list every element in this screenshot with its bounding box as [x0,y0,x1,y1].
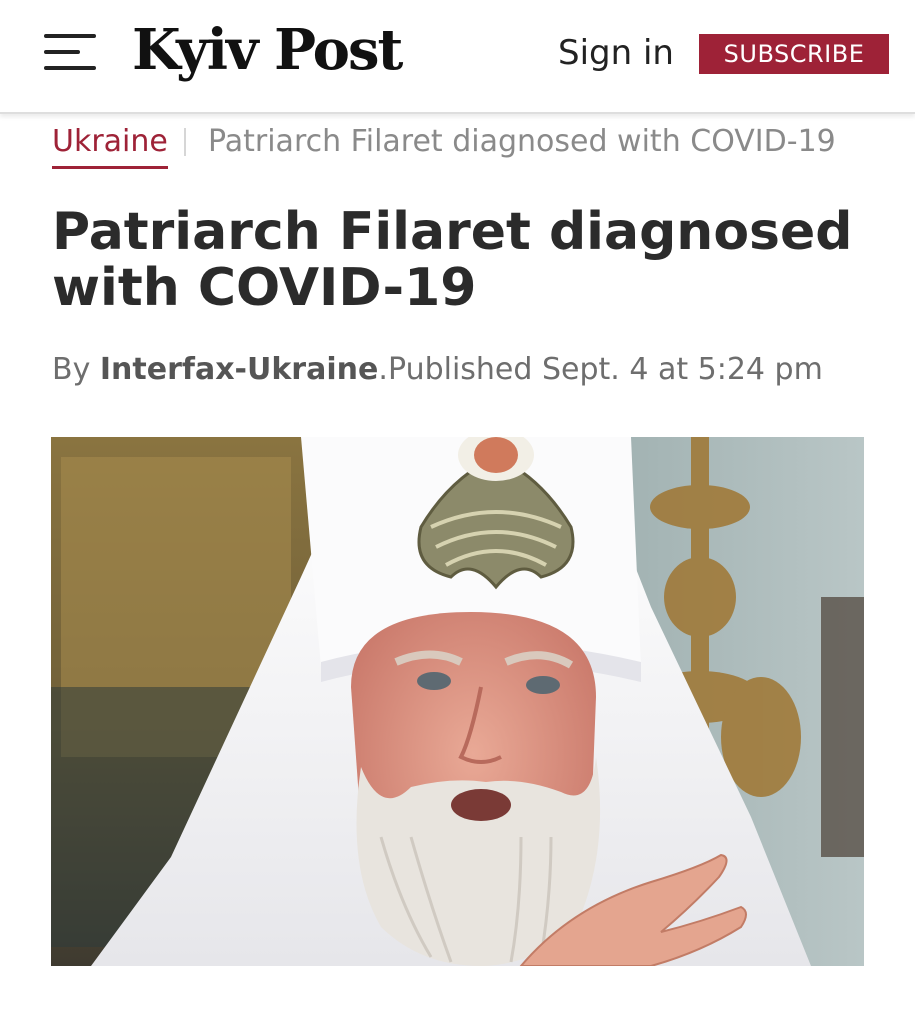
article-title: Patriarch Filaret diagnosed with COVID-1… [52,202,853,318]
sign-in-link[interactable]: Sign in [558,33,674,73]
breadcrumb-current: Patriarch Filaret diagnosed with COVID-1… [208,124,836,159]
hamburger-menu-icon[interactable] [44,32,98,72]
site-header: Kyiv Post Sign in SUBSCRIBE [0,0,915,114]
hero-photo-illustration [51,437,864,966]
breadcrumb-section-link[interactable]: Ukraine [52,122,168,169]
left-eye [417,672,451,690]
subscribe-button[interactable]: SUBSCRIBE [699,34,889,74]
menu-line-middle [44,50,80,54]
byline-prefix: By [52,352,91,387]
author-link[interactable]: Interfax-Ukraine [100,352,378,387]
byline-suffix: . [378,352,388,387]
mouth [451,789,511,821]
menu-line-top [44,34,96,38]
article-byline: By Interfax-Ukraine. [52,350,388,390]
menu-line-bottom [44,66,96,70]
site-logo[interactable]: Kyiv Post [132,14,403,86]
article-hero-image [51,437,864,966]
right-eye [526,676,560,694]
dark-edge [821,597,864,857]
breadcrumb-divider [184,128,186,156]
published-date: Published Sept. 4 at 5:24 pm [388,352,823,387]
